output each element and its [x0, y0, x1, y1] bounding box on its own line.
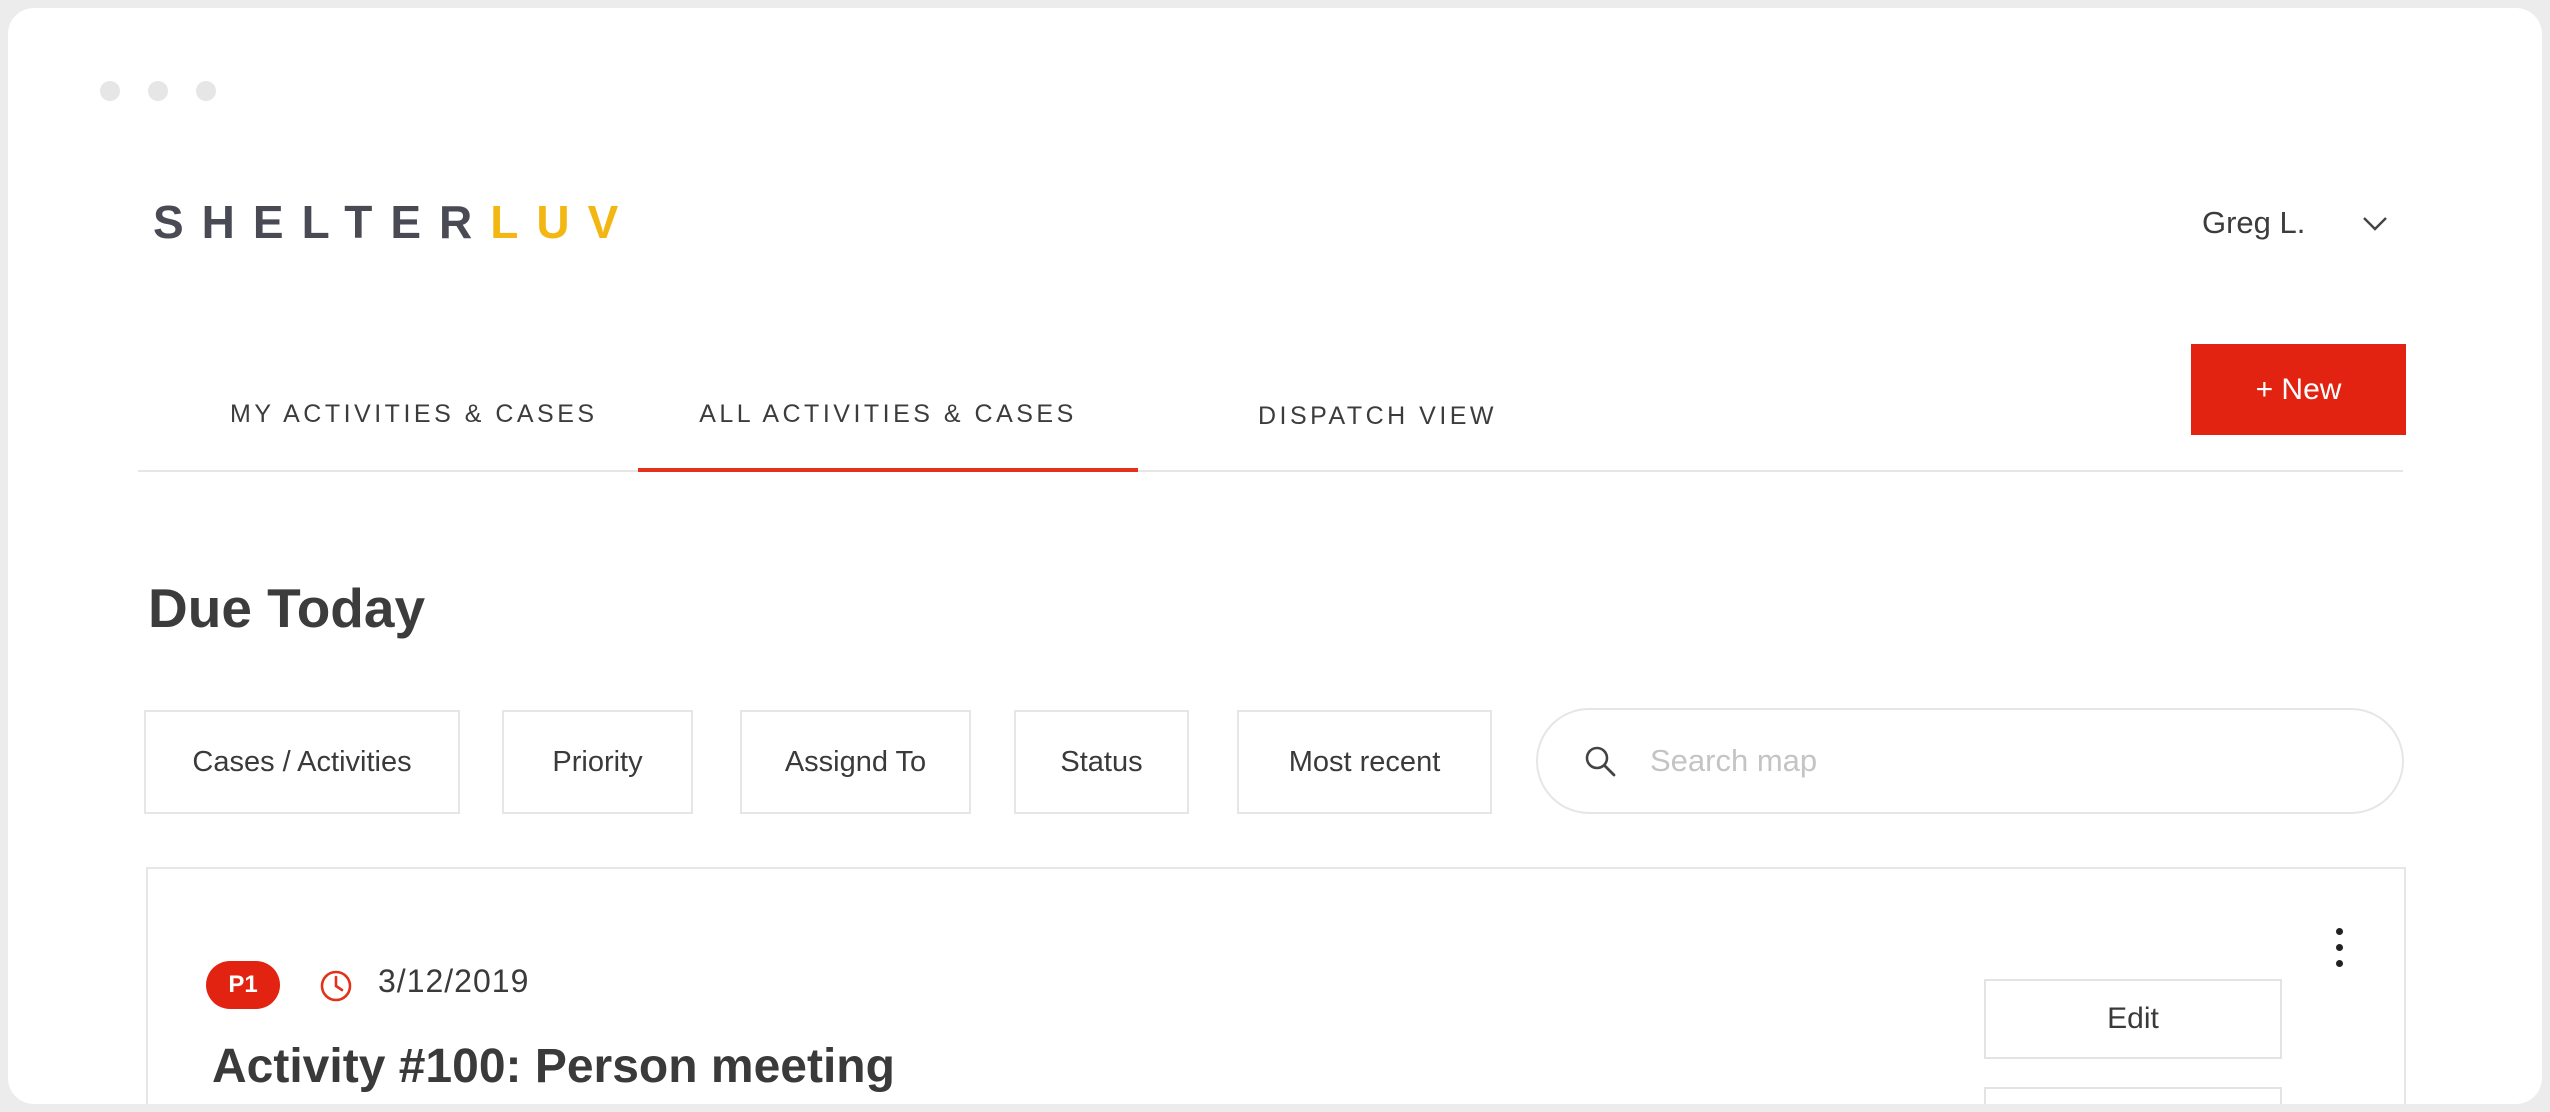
page-title: Due Today [148, 577, 426, 639]
user-name: Greg L. [2202, 205, 2306, 240]
filter-cases-activities[interactable]: Cases / Activities [144, 710, 460, 814]
tab-my-activities[interactable]: MY ACTIVITIES & CASES [230, 388, 598, 470]
new-button[interactable]: + New [2191, 344, 2406, 435]
activity-card[interactable]: P1 3/12/2019 Activity #100: Person meeti… [146, 867, 2406, 1104]
brand-logo[interactable]: SHELTERLUV [153, 194, 636, 250]
due-date: 3/12/2019 [378, 963, 530, 999]
priority-badge: P1 [206, 961, 280, 1009]
window-dot-minimize[interactable] [148, 81, 168, 101]
filter-label: Status [1060, 745, 1143, 778]
app-window: SHELTERLUV Greg L. MY ACTIVITIES & CASES… [8, 8, 2542, 1104]
user-menu[interactable]: Greg L. [2202, 198, 2389, 248]
tab-label: DISPATCH VIEW [1258, 402, 1498, 430]
search-bar[interactable] [1536, 708, 2404, 814]
tab-all-activities[interactable]: ALL ACTIVITIES & CASES [638, 388, 1138, 472]
filter-label: Priority [552, 745, 643, 778]
window-dot-close[interactable] [100, 81, 120, 101]
secondary-action-button[interactable] [1984, 1087, 2282, 1104]
more-vertical-icon[interactable] [2329, 928, 2349, 978]
tab-bar: MY ACTIVITIES & CASES ALL ACTIVITIES & C… [138, 388, 2403, 472]
filter-sort-most-recent[interactable]: Most recent [1237, 710, 1492, 814]
chevron-down-icon [2363, 217, 2388, 231]
tab-label: ALL ACTIVITIES & CASES [699, 400, 1077, 428]
filter-label: Cases / Activities [192, 745, 412, 778]
search-input[interactable] [1648, 742, 2292, 780]
window-controls [100, 81, 216, 101]
window-dot-maximize[interactable] [196, 81, 216, 101]
brand-logo-part2: LUV [490, 196, 637, 248]
filter-priority[interactable]: Priority [502, 710, 693, 814]
edit-button[interactable]: Edit [1984, 979, 2282, 1059]
tab-dispatch-view[interactable]: DISPATCH VIEW [1258, 388, 1497, 470]
brand-logo-part1: SHELTER [153, 196, 491, 248]
filter-label: Assignd To [784, 745, 927, 778]
tab-label: MY ACTIVITIES & CASES [230, 400, 598, 428]
search-icon [1585, 746, 1616, 777]
activity-title[interactable]: Activity #100: Person meeting [212, 1039, 895, 1094]
filter-assigned-to[interactable]: Assignd To [740, 710, 971, 814]
filter-status[interactable]: Status [1014, 710, 1189, 814]
edit-button-label: Edit [2107, 1002, 2159, 1035]
filter-label: Most recent [1288, 745, 1441, 778]
clock-icon [320, 970, 352, 1002]
